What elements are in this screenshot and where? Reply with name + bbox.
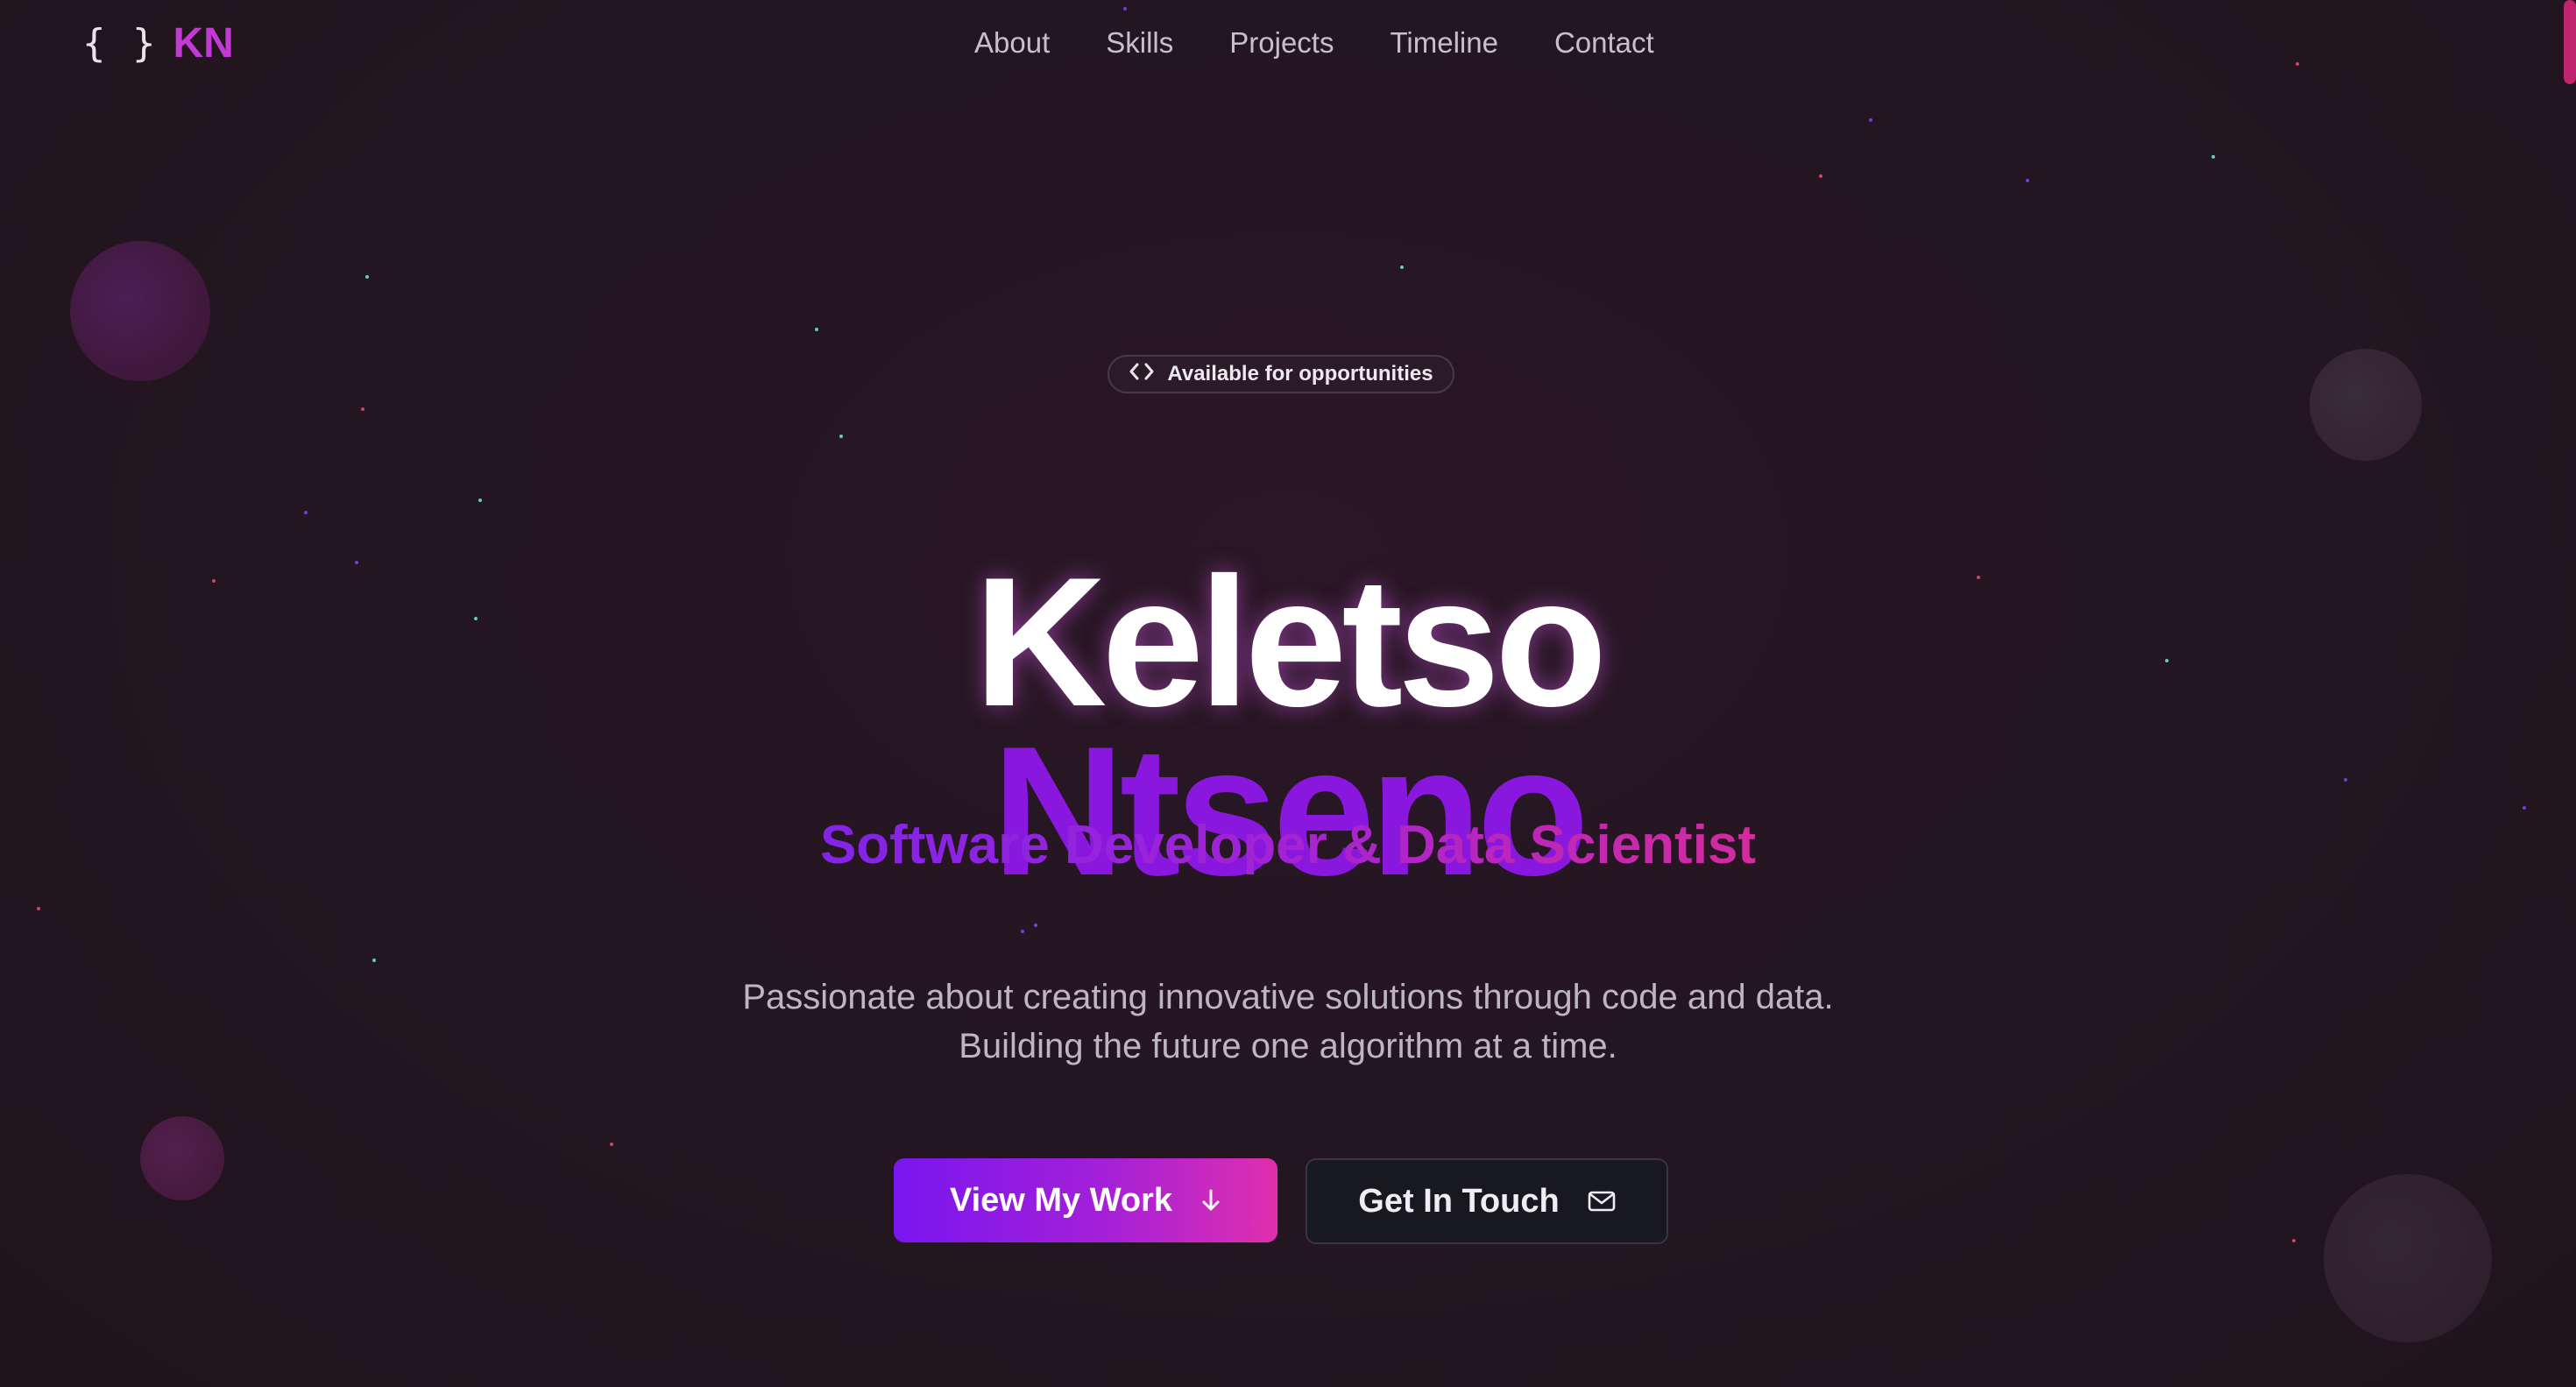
hero-description-line: Building the future one algorithm at a t… (959, 1027, 1617, 1065)
particle-dot (1021, 930, 1024, 933)
get-in-touch-label: Get In Touch (1358, 1182, 1560, 1220)
particle-dot (1400, 265, 1404, 269)
decorative-orb (2310, 349, 2422, 461)
particle-dot (2292, 1239, 2296, 1242)
code-icon (1129, 362, 1155, 386)
hero-role: Software Developer & Data Scientist (0, 810, 2576, 881)
particle-dot (2212, 155, 2215, 159)
get-in-touch-button[interactable]: Get In Touch (1306, 1158, 1668, 1244)
particle-dot (610, 1143, 613, 1146)
particle-dot (815, 328, 818, 331)
hero-description: Passionate about creating innovative sol… (0, 973, 2576, 1071)
particle-dot (1819, 174, 1822, 178)
particle-dot (478, 499, 482, 502)
logo-text: KN (173, 20, 234, 67)
braces-icon: { } (82, 21, 158, 66)
particle-dot (1869, 118, 1872, 122)
arrow-down-icon (1200, 1188, 1221, 1213)
particle-dot (2026, 179, 2029, 182)
nav-link-timeline[interactable]: Timeline (1390, 26, 1497, 60)
top-navigation: { } KN About Skills Projects Timeline Co… (0, 0, 2576, 96)
particle-dot (1034, 923, 1037, 927)
mail-icon (1588, 1190, 1616, 1213)
badge-label: Available for opportunities (1167, 362, 1433, 386)
decorative-orb (70, 241, 210, 381)
nav-link-projects[interactable]: Projects (1229, 26, 1334, 60)
particle-dot (361, 407, 364, 411)
logo[interactable]: { } KN (82, 19, 234, 67)
nav-link-contact[interactable]: Contact (1554, 26, 1654, 60)
decorative-orb (2324, 1174, 2492, 1342)
view-my-work-label: View My Work (949, 1181, 1173, 1219)
particle-dot (372, 959, 376, 962)
nav-links: About Skills Projects Timeline Contact (974, 26, 1654, 60)
nav-link-skills[interactable]: Skills (1106, 26, 1173, 60)
particle-dot (304, 511, 308, 514)
view-my-work-button[interactable]: View My Work (894, 1158, 1277, 1242)
hero-description-line: Passionate about creating innovative sol… (742, 978, 1834, 1016)
decorative-orb (140, 1116, 224, 1200)
availability-badge: Available for opportunities (1108, 355, 1454, 393)
particle-dot (839, 435, 843, 438)
particle-dot (365, 275, 369, 279)
nav-link-about[interactable]: About (974, 26, 1050, 60)
hero-role-text: Software Developer & Data Scientist (819, 815, 1757, 875)
